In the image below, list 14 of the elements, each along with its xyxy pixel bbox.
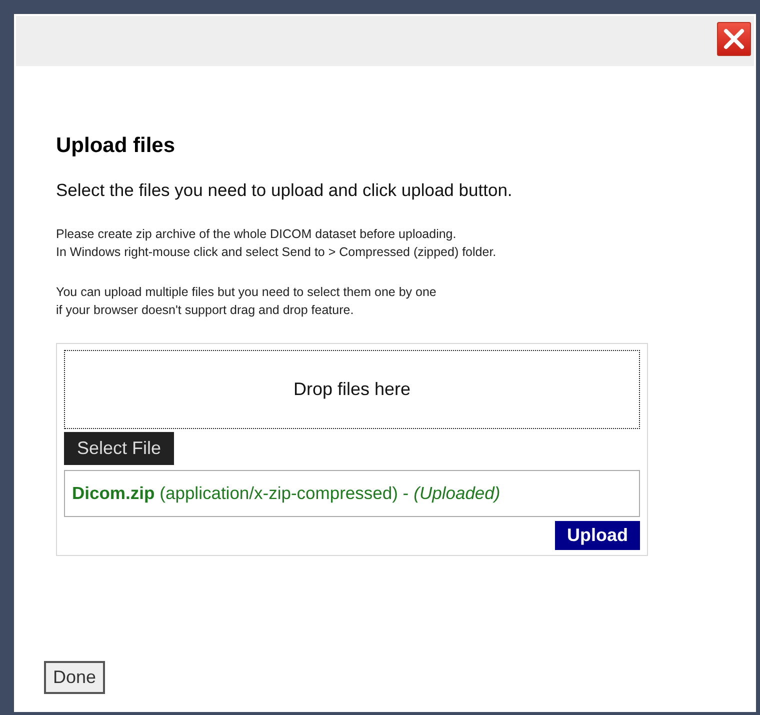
help-paragraph: Please create zip archive of the whole DICOM dataset before uploading. In Windows right-mouse click and select Send to > Compressed (zipped) folder. xyxy=(56,226,498,261)
done-button[interactable]: Done xyxy=(44,661,106,694)
close-icon xyxy=(723,28,745,50)
instruction-text: Select the files you need to upload and click upload button. xyxy=(56,180,514,201)
help-paragraph: You can upload multiple files but you need to select them one by one if your browser doesn't support drag and drop feature. xyxy=(56,284,438,319)
upload-button[interactable]: Upload xyxy=(555,521,640,550)
file-type: (application/x-zip-compressed) - xyxy=(160,483,409,504)
dialog-title: Upload files xyxy=(56,134,176,158)
file-status: (Uploaded) xyxy=(414,483,500,504)
file-name: Dicom.zip xyxy=(72,483,155,504)
drop-zone-label: Drop files here xyxy=(293,379,411,400)
close-button[interactable] xyxy=(717,22,751,56)
select-file-button[interactable]: Select File xyxy=(64,432,174,465)
drop-zone[interactable]: Drop files here xyxy=(64,350,640,429)
